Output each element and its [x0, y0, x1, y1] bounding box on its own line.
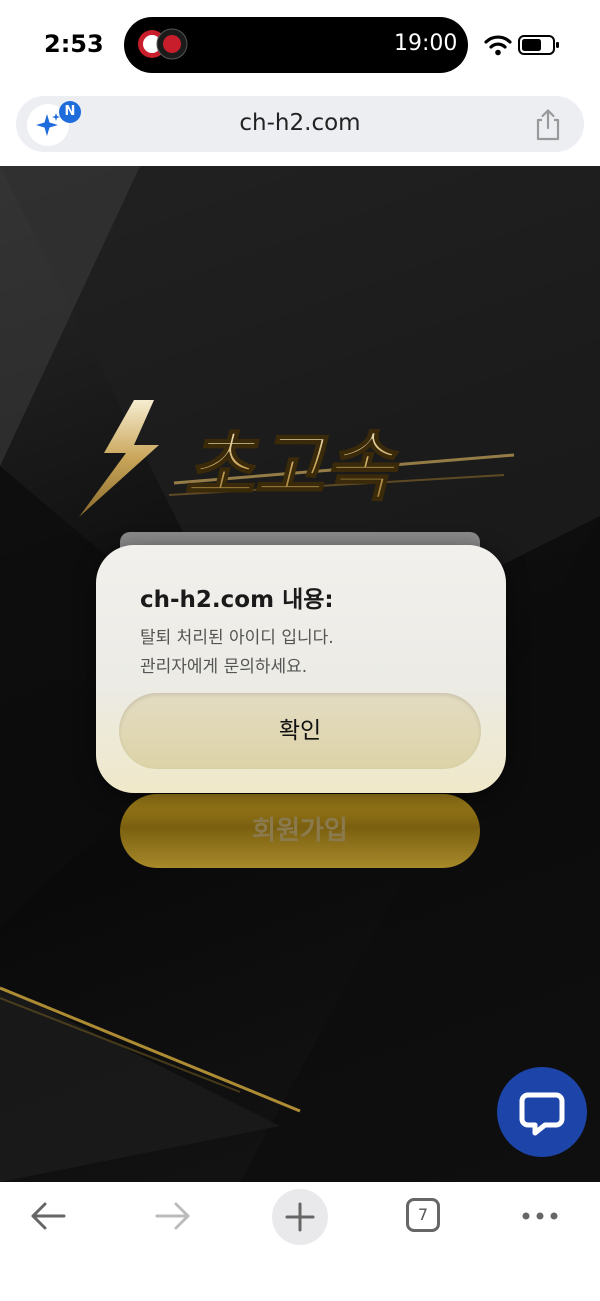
live-activity-logos-icon [138, 28, 188, 60]
more-icon[interactable] [520, 1208, 560, 1224]
status-time: 2:53 [44, 30, 104, 58]
chat-button[interactable] [497, 1067, 587, 1157]
wifi-icon [484, 35, 512, 56]
signup-button[interactable]: 회원가입 [120, 794, 480, 868]
alert-title: ch-h2.com 내용: [140, 587, 334, 613]
alert-message-line-2: 관리자에게 문의하세요. [140, 657, 308, 677]
battery-icon [518, 35, 559, 55]
back-arrow-icon[interactable] [28, 1197, 68, 1235]
tabs-button[interactable]: 7 [406, 1198, 440, 1232]
plus-icon [285, 1202, 315, 1232]
chat-icon [519, 1092, 565, 1136]
logo-text: 초고속 [184, 422, 399, 511]
alert-message-line-1: 탈퇴 처리된 아이디 입니다. [140, 628, 334, 648]
forward-arrow-icon[interactable] [153, 1197, 193, 1235]
share-icon[interactable] [533, 108, 563, 142]
new-tab-button[interactable] [272, 1189, 328, 1245]
site-logo: 초고속 [79, 400, 515, 517]
confirm-button[interactable]: 확인 [119, 693, 481, 769]
url-text[interactable]: ch-h2.com [0, 110, 600, 136]
island-time: 19:00 [394, 31, 458, 56]
